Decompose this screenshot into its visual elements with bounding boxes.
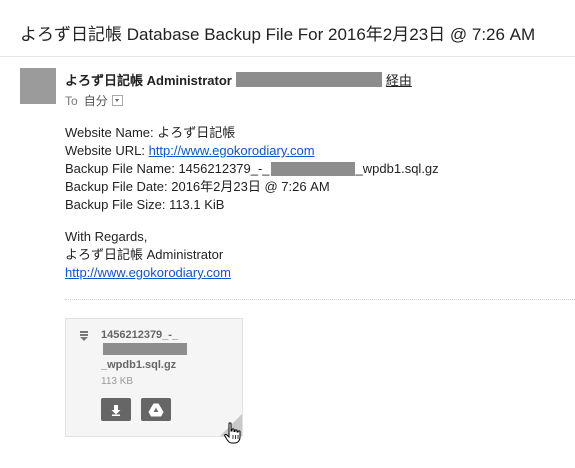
hand-pointer-icon: [224, 422, 241, 444]
attachment-size: 113 KB: [101, 376, 134, 387]
website-url-line: Website URL: http://www.egokorodiary.com: [65, 142, 439, 160]
file-name-prefix: 1456212379_-_: [178, 161, 270, 176]
zip-file-icon: [80, 331, 88, 341]
attachment-name-prefix: 1456212379_-_: [101, 329, 179, 341]
redacted-sender-email: [235, 72, 382, 87]
regards-line: With Regards,: [65, 229, 148, 244]
signature-url-line: http://www.egokorodiary.com: [65, 264, 439, 282]
attachment-card[interactable]: 1456212379_-_ _wpdb1.sql.gz 113 KB: [65, 318, 243, 437]
file-size-label: Backup File Size:: [65, 197, 166, 212]
recipient-line: To 自分: [65, 92, 123, 109]
redacted-file-name: [270, 162, 355, 176]
download-button[interactable]: [101, 398, 131, 421]
save-to-drive-button[interactable]: [141, 398, 171, 421]
header-divider: [0, 56, 575, 57]
sender-avatar[interactable]: [20, 68, 56, 104]
email-body: Website Name: よろず日記帳 Website URL: http:/…: [65, 124, 439, 282]
attachments-divider: [65, 299, 575, 300]
download-icon: [111, 404, 121, 416]
website-name-line: Website Name: よろず日記帳: [65, 124, 439, 142]
attachment-name-suffix: _wpdb1.sql.gz: [101, 359, 177, 371]
file-name-label: Backup File Name:: [65, 161, 175, 176]
chevron-down-icon[interactable]: [111, 95, 123, 106]
file-size-value: 113.1 KiB: [169, 197, 225, 212]
file-date-value: 2016年2月23日 @ 7:26 AM: [171, 179, 330, 194]
website-url-link[interactable]: http://www.egokorodiary.com: [149, 142, 315, 160]
email-subject: よろず日記帳 Database Backup File For 2016年2月2…: [20, 25, 536, 44]
signature-line: よろず日記帳 Administrator: [65, 247, 224, 262]
backup-file-name-line: Backup File Name: 1456212379_-_ _wpdb1.sq…: [65, 160, 439, 178]
to-label: To: [65, 93, 78, 108]
file-name-suffix: _wpdb1.sql.gz: [355, 161, 439, 176]
website-name-label: Website Name:: [65, 125, 154, 140]
backup-file-date-line: Backup File Date: 2016年2月23日 @ 7:26 AM: [65, 178, 439, 196]
website-url-label: Website URL:: [65, 143, 145, 158]
sender-line: よろず日記帳 Administrator 経由: [65, 70, 412, 89]
via-link[interactable]: 経由: [386, 70, 412, 89]
sender-name[interactable]: よろず日記帳 Administrator: [65, 70, 232, 89]
to-value: 自分: [83, 94, 108, 108]
redacted-attachment-name: [103, 343, 187, 355]
google-drive-icon: [148, 403, 164, 416]
website-name-value: よろず日記帳: [157, 125, 236, 140]
signature-url-link[interactable]: http://www.egokorodiary.com: [65, 264, 231, 282]
backup-file-size-line: Backup File Size: 113.1 KiB: [65, 196, 439, 214]
attachment-file-name[interactable]: 1456212379_-_ _wpdb1.sql.gz: [101, 328, 239, 373]
file-date-label: Backup File Date:: [65, 179, 168, 194]
